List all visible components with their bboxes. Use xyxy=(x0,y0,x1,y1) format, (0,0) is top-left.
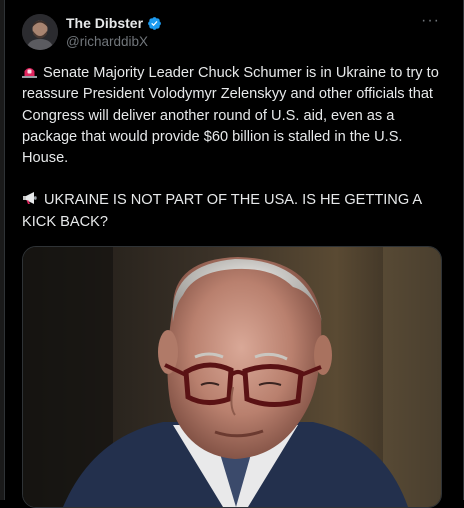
megaphone-emoji-icon xyxy=(23,192,37,205)
tweet-paragraph-2-text: UKRAINE IS NOT PART OF THE USA. IS HE GE… xyxy=(22,192,422,230)
tweet-header: The Dibster @richarddibX ··· xyxy=(22,12,444,58)
tweet-paragraph-2: UKRAINE IS NOT PART OF THE USA. IS HE GE… xyxy=(22,190,444,233)
verified-badge-icon xyxy=(148,16,161,30)
avatar[interactable] xyxy=(22,14,58,50)
tweet-paragraph-1-text: Senate Majority Leader Chuck Schumer is … xyxy=(22,65,439,167)
scroll-edge xyxy=(0,0,5,500)
more-options-icon[interactable]: ··· xyxy=(421,12,440,30)
author-handle[interactable]: @richarddibX xyxy=(66,34,148,49)
rotating-light-emoji-icon xyxy=(22,68,37,78)
author-display-name[interactable]: The Dibster xyxy=(66,15,143,31)
tweet-photo-image xyxy=(23,247,441,507)
tweet-photo[interactable] xyxy=(22,246,442,508)
author-name-row[interactable]: The Dibster xyxy=(66,15,162,31)
tweet-paragraph-1: Senate Majority Leader Chuck Schumer is … xyxy=(22,63,444,169)
tweet-text: Senate Majority Leader Chuck Schumer is … xyxy=(22,63,444,233)
